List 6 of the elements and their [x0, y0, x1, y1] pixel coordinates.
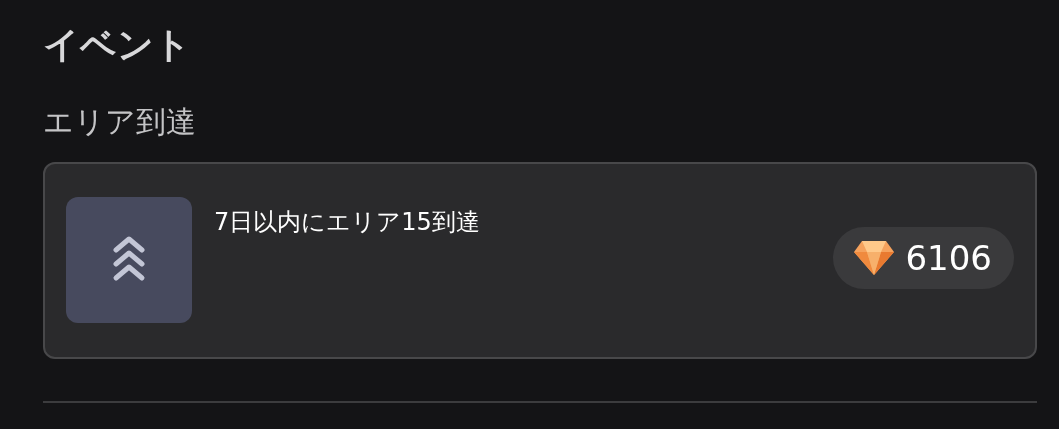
chevron-up-icon: [112, 236, 146, 284]
gem-icon: [853, 240, 896, 276]
reward-amount: 6106: [905, 238, 992, 278]
section-title: イベント: [43, 23, 192, 67]
subsection-title: エリア到達: [43, 103, 197, 141]
achievement-label: 7日以内にエリア15到達: [214, 207, 480, 238]
